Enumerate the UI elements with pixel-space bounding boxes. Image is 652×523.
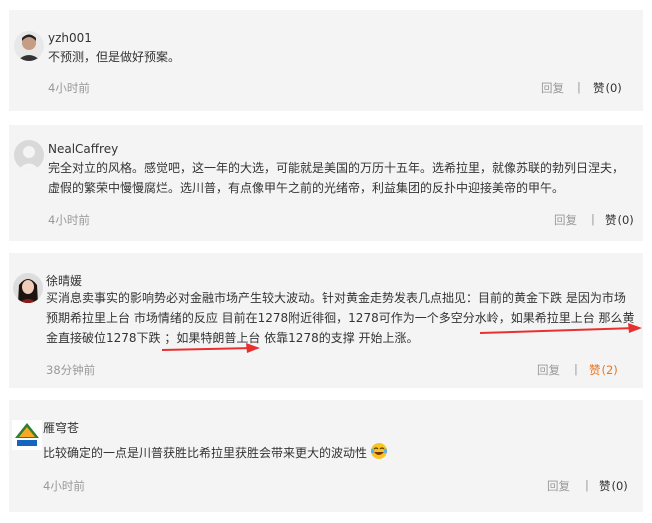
comment-line: 不预测，但是做好预案。 — [48, 50, 181, 64]
comment-text: 比较确定的一点是川普获胜比希拉里获胜会带来更大的波动性 — [43, 442, 388, 466]
comment-username[interactable]: 徐晴媛 — [46, 272, 82, 289]
default-avatar-icon — [14, 140, 44, 170]
reply-button[interactable]: 回复 — [554, 212, 577, 228]
annotation-arrow — [161, 343, 260, 353]
reply-button[interactable]: 回复 — [541, 80, 564, 96]
comment-line: 完全对立的风格。感觉吧，这一年的大选，可能就是美国的万历十五年。选希拉里，就像苏… — [48, 161, 625, 175]
comment-username[interactable]: yzh001 — [48, 31, 92, 45]
comment-card: yzh001 不预测，但是做好预案。 4小时前 回复 | 赞(0) — [9, 10, 643, 111]
user-avatar-photo — [13, 273, 43, 303]
action-separator: | — [577, 80, 581, 94]
comment-line: 虚假的繁荣中慢慢腐烂。选川普，有点像甲午之前的光绪帝，利益集团的反扑中迎接美帝的… — [48, 181, 565, 195]
comment-line: 买消息卖事实的影响势必对金融市场产生较大波动。针对黄金走势发表几点拙见：目前的黄… — [46, 291, 626, 305]
comment-time: 4小时前 — [48, 81, 90, 95]
comment-username[interactable]: NealCaffrey — [48, 142, 118, 156]
comment-text: 不预测，但是做好预案。 — [48, 47, 180, 67]
comment-username[interactable]: 雁穹苍 — [43, 419, 79, 436]
like-button[interactable]: 赞(0) — [593, 80, 622, 96]
user-avatar[interactable] — [13, 273, 43, 303]
like-label: 赞 — [605, 213, 617, 227]
comment-card: 雁穹苍 比较确定的一点是川普获胜比希拉里获胜会带来更大的波动性 4小时前 回复 … — [9, 400, 643, 512]
comment-line: 比较确定的一点是川普获胜比希拉里获胜会带来更大的波动性 — [43, 446, 368, 460]
reply-button[interactable]: 回复 — [537, 362, 560, 378]
like-count: (0) — [617, 213, 634, 227]
action-separator: | — [585, 478, 589, 492]
reply-button[interactable]: 回复 — [547, 478, 570, 494]
like-count: (0) — [611, 479, 628, 493]
like-label: 赞 — [599, 479, 611, 493]
user-avatar[interactable] — [12, 420, 42, 450]
comment-time: 4小时前 — [43, 479, 85, 493]
like-label: 赞 — [593, 81, 605, 95]
like-button[interactable]: 赞(0) — [605, 212, 634, 228]
comment-text: 完全对立的风格。感觉吧，这一年的大选，可能就是美国的万历十五年。选希拉里，就像苏… — [48, 158, 624, 198]
comment-card: 徐晴媛 买消息卖事实的影响势必对金融市场产生较大波动。针对黄金走势发表几点拙见：… — [9, 253, 643, 388]
like-count: (2) — [601, 363, 618, 377]
like-button[interactable]: 赞(2) — [589, 362, 618, 378]
comment-time: 4小时前 — [48, 213, 90, 227]
user-avatar[interactable] — [14, 140, 44, 170]
comment-text: 买消息卖事实的影响势必对金融市场产生较大波动。针对黄金走势发表几点拙见：目前的黄… — [46, 288, 635, 348]
user-avatar-logo — [12, 420, 42, 450]
comment-card: NealCaffrey 完全对立的风格。感觉吧，这一年的大选，可能就是美国的万历… — [9, 125, 643, 241]
like-count: (0) — [605, 81, 622, 95]
action-separator: | — [591, 212, 595, 226]
action-separator: | — [574, 362, 578, 376]
comment-time: 38分钟前 — [46, 363, 96, 377]
annotation-arrow — [479, 323, 642, 334]
user-avatar[interactable] — [14, 31, 44, 61]
like-label: 赞 — [589, 363, 601, 377]
user-avatar-photo — [14, 31, 44, 61]
laughing-tears-emoji-icon — [370, 442, 388, 466]
like-button[interactable]: 赞(0) — [599, 478, 628, 494]
